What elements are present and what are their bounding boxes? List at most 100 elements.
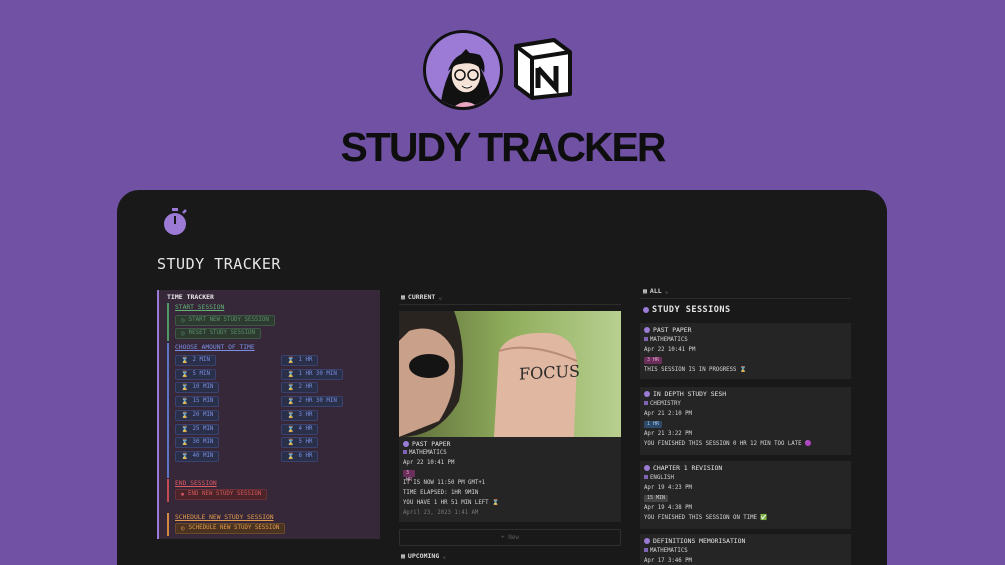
hourglass-icon: ⌛ [181,411,189,419]
time-option-button[interactable]: ⌛ 5 HR [281,437,319,449]
book-icon [403,450,407,454]
current-session-card[interactable]: FOCUS PAST PAPER MATHEMATICS Apr 22 10:4… [399,311,621,522]
sessions-title: STUDY SESSIONS [643,305,731,315]
time-option-button[interactable]: ⌛ 30 MIN [175,437,220,449]
session-subject: MATHEMATICS [644,548,688,554]
session-title: IN DEPTH STUDY SESH [644,390,726,398]
hourglass-icon: ⌛ [287,452,295,460]
button-label: SCHEDULE NEW STUDY SESSION [188,525,280,531]
view-label: UPCOMING [407,552,440,560]
time-elapsed: TIME ELAPSED: 1HR 9MIN [403,490,479,496]
hourglass-icon: ⌛ [287,384,295,392]
hourglass-icon: ⌛ [181,357,189,364]
created-date: April 23, 2023 1:41 AM [403,510,479,516]
calendar-icon: ◴ [181,525,185,532]
session-subject: MATHEMATICS [644,337,688,343]
time-option-label: 10 MIN [192,384,214,391]
time-option-button[interactable]: ⌛ 2 HR [281,382,319,394]
hourglass-icon: ⌛ [181,439,189,447]
stopwatch-icon [644,538,650,544]
time-option-button[interactable]: ⌛ 10 MIN [175,382,220,394]
time-option-button[interactable]: ⌛ 3 HR [281,409,319,421]
stopwatch-icon [403,441,409,447]
end-session-group: END SESSION ⏹ END NEW STUDY SESSION [167,479,367,502]
duration-tag: 3 HR [403,470,416,483]
time-option-label: 5 MIN [192,370,210,377]
session-start: Apr 22 10:41 PM [644,347,696,353]
subject-text: ENGLISH [650,475,674,481]
time-option-label: 25 MIN [192,425,214,432]
time-tracker-title: TIME TRACKER [167,293,214,301]
notion-logo [510,36,576,102]
session-end: Apr 21 3:22 PM [644,431,692,437]
time-option-button[interactable]: ⌛ 5 MIN [175,368,216,380]
stopwatch-icon [644,465,650,471]
card-subject: MATHEMATICS [403,450,447,456]
time-option-label: 20 MIN [192,411,214,418]
session-card[interactable]: IN DEPTH STUDY SESH CHEMISTRY Apr 21 2:10 … [640,387,851,455]
time-now: IT IS NOW 11:50 PM GMT+1 [403,480,486,486]
schedule-session-button[interactable]: ◴ SCHEDULE NEW STUDY SESSION [175,523,286,534]
hourglass-icon: ⌛ [287,411,295,419]
reset-session-button[interactable]: ◷ RESET STUDY SESSION [175,328,261,339]
time-option-button[interactable]: ⌛ 40 MIN [175,450,220,462]
time-option-label: 3 HR [298,411,313,418]
session-card[interactable]: CHAPTER 1 REVISION ENGLISH Apr 19 4:23 PM 1… [640,461,851,529]
session-title: PAST PAPER [644,326,691,334]
time-option-button[interactable]: ⌛ 1 HR [281,355,319,366]
stopwatch-icon [643,307,649,313]
session-subject: ENGLISH [644,475,674,481]
time-option-button[interactable]: ⌛ 1 HR 30 MIN [281,368,343,380]
new-item-button[interactable]: + New [399,529,621,546]
session-subject: CHEMISTRY [644,401,681,407]
session-title-text: PAST PAPER [653,326,692,334]
hero-title: STUDY TRACKER [340,124,666,170]
time-option-button[interactable]: ⌛ 20 MIN [175,409,220,421]
session-status: THIS SESSION IS IN PROGRESS ⌛ [644,367,747,373]
session-card[interactable]: PAST PAPER MATHEMATICS Apr 22 10:41 PM 3 HR… [640,323,851,379]
time-option-label: 5 HR [298,439,313,446]
current-view-tab[interactable]: ▦ CURRENT ⌄ [401,293,442,301]
time-option-button[interactable]: ⌛ 2 MIN [175,355,216,366]
time-option-button[interactable]: ⌛ 2 HR 30 MIN [281,396,343,408]
card-date: Apr 22 10:41 PM [403,460,455,466]
start-session-heading: START SESSION [175,304,225,311]
time-option-label: 6 HR [298,452,313,459]
stop-icon: ⏹ [181,491,185,498]
time-option-button[interactable]: ⌛ 15 MIN [175,396,220,408]
chevron-down-icon: ⌄ [442,552,447,560]
time-option-button[interactable]: ⌛ 4 HR [281,423,319,435]
session-title-text: DEFINITIONS MEMORISATION [653,537,746,545]
time-tracker-panel: TIME TRACKER START SESSION ◷ START NEW ST… [157,290,380,539]
time-option-label: 2 HR 30 MIN [298,398,337,405]
end-session-button[interactable]: ⏹ END NEW STUDY SESSION [175,489,268,500]
stopwatch-icon [644,327,650,333]
session-end: Apr 19 4:38 PM [644,505,692,511]
chevron-down-icon: ⌄ [438,293,443,301]
session-status: YOU FINISHED THIS SESSION 0 HR 12 MIN TO… [644,441,813,447]
upcoming-view-tab[interactable]: ▦ UPCOMING ⌄ [401,552,446,560]
time-option-button[interactable]: ⌛ 6 HR [281,450,319,462]
view-label: CURRENT [407,293,436,301]
hourglass-icon: ⌛ [287,370,295,378]
subject-text: MATHEMATICS [409,450,447,456]
subject-text: MATHEMATICS [650,548,688,554]
all-view-tab[interactable]: ▦ ALL ⌄ [643,287,669,295]
book-icon [644,475,648,479]
session-start: Apr 19 4:23 PM [644,485,692,491]
time-option-label: 4 HR [298,425,313,432]
time-left: YOU HAVE 1 HR 51 MIN LEFT ⌛ [403,500,500,506]
session-card[interactable]: DEFINITIONS MEMORISATION MATHEMATICS Apr 1… [640,534,851,565]
session-status: YOU FINISHED THIS SESSION ON TIME ✅ [644,515,768,521]
session-start: Apr 21 2:10 PM [644,411,692,417]
hourglass-icon: ⌛ [181,398,189,406]
hourglass-icon: ⌛ [287,357,295,364]
clock-icon: ◷ [181,330,185,337]
start-new-session-button[interactable]: ◷ START NEW STUDY SESSION [175,315,275,326]
time-option-button[interactable]: ⌛ 25 MIN [175,423,220,435]
subject-text: CHEMISTRY [650,401,681,407]
clock-icon: ◷ [181,317,185,324]
subject-text: MATHEMATICS [650,337,688,343]
duration-tag: 1 HR [644,421,663,428]
stopwatch-icon [644,391,650,397]
